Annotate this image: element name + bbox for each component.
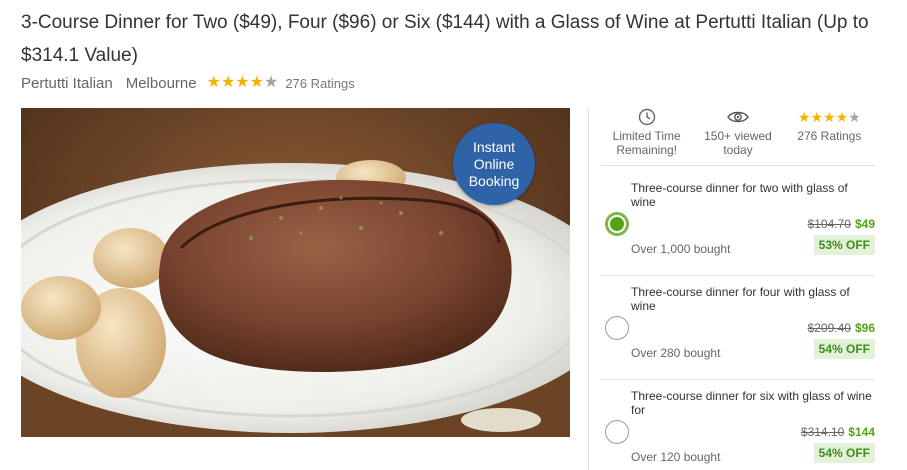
star-icon: ★ bbox=[206, 74, 221, 91]
bought-count: Over 1,000 bought bbox=[631, 242, 731, 256]
stat-views-line1: 150+ viewed bbox=[704, 129, 772, 143]
star-icon: ★ bbox=[220, 74, 236, 91]
deal-option[interactable]: Three-course dinner for four with glass … bbox=[601, 276, 875, 380]
original-price: $209.40 bbox=[807, 321, 851, 335]
merchant-name[interactable]: Pertutti Italian bbox=[21, 75, 113, 92]
eye-icon bbox=[727, 107, 749, 127]
clock-icon bbox=[638, 107, 656, 127]
deal-price: $96 bbox=[854, 321, 875, 335]
star-empty-icon: ★ bbox=[263, 74, 279, 91]
discount-badge: 54% OFF bbox=[813, 339, 875, 359]
star-icon: ★ bbox=[810, 109, 824, 125]
deal-option[interactable]: Three-course dinner for six with glass o… bbox=[601, 380, 875, 470]
stat-ratings[interactable]: ★ ★ ★ ★ ★ 276 Ratings bbox=[784, 107, 875, 165]
star-icon: ★ bbox=[823, 109, 836, 125]
option-title: Three-course dinner for six with glass o… bbox=[631, 389, 872, 417]
option-price: $314.10 $144 bbox=[801, 425, 875, 439]
star-icon: ★ bbox=[249, 74, 264, 91]
ratings-count[interactable]: 276 Ratings bbox=[285, 76, 354, 91]
discount-badge: 53% OFF bbox=[813, 235, 875, 255]
bought-count: Over 120 bought bbox=[631, 450, 721, 464]
option-title: Three-course dinner for two with glass o… bbox=[631, 181, 848, 209]
option-radio[interactable] bbox=[605, 420, 629, 444]
stat-time-remaining: Limited Time Remaining! bbox=[601, 107, 692, 165]
rating-stars: ★ ★ ★ ★ ★ bbox=[207, 75, 279, 91]
stat-views-line2: today bbox=[723, 143, 753, 157]
badge-line: Instant bbox=[472, 138, 516, 155]
star-icon: ★ bbox=[235, 74, 250, 91]
rating-stars: ★ ★ ★ ★ ★ bbox=[798, 107, 861, 127]
option-radio[interactable] bbox=[605, 316, 629, 340]
discount-badge: 54% OFF bbox=[813, 443, 875, 463]
option-price: $104.70 $49 bbox=[808, 217, 875, 231]
deal-hero-image[interactable]: Instant Online Booking bbox=[21, 108, 570, 437]
bought-count: Over 280 bought bbox=[631, 346, 721, 360]
option-title: Three-course dinner for four with glass … bbox=[631, 285, 850, 313]
star-icon: ★ bbox=[797, 109, 811, 125]
column-divider bbox=[588, 108, 589, 470]
deal-price: $49 bbox=[854, 217, 875, 231]
badge-line: Online bbox=[473, 155, 515, 172]
option-radio-selected[interactable] bbox=[605, 212, 629, 236]
instant-booking-badge: Instant Online Booking bbox=[453, 123, 535, 205]
stat-time-line2: Remaining! bbox=[616, 143, 678, 157]
star-empty-icon: ★ bbox=[848, 109, 861, 125]
deal-meta: Pertutti Italian Melbourne ★ ★ ★ ★ ★ 276… bbox=[21, 73, 355, 93]
deal-stats: Limited Time Remaining! 150+ viewed toda… bbox=[601, 107, 875, 166]
badge-line: Booking bbox=[468, 172, 520, 189]
original-price: $104.70 bbox=[807, 217, 851, 231]
stat-ratings-text: 276 Ratings bbox=[797, 129, 862, 143]
original-price: $314.10 bbox=[800, 425, 845, 439]
deal-option[interactable]: Three-course dinner for two with glass o… bbox=[601, 172, 875, 276]
location: Melbourne bbox=[125, 74, 197, 92]
option-price: $209.40 $96 bbox=[808, 321, 875, 335]
deal-title: 3-Course Dinner for Two ($49), Four ($96… bbox=[21, 12, 869, 66]
stat-time-line1: Limited Time bbox=[612, 129, 681, 143]
stat-views: 150+ viewed today bbox=[692, 107, 783, 165]
deal-price: $144 bbox=[848, 425, 875, 439]
star-icon: ★ bbox=[835, 109, 849, 125]
